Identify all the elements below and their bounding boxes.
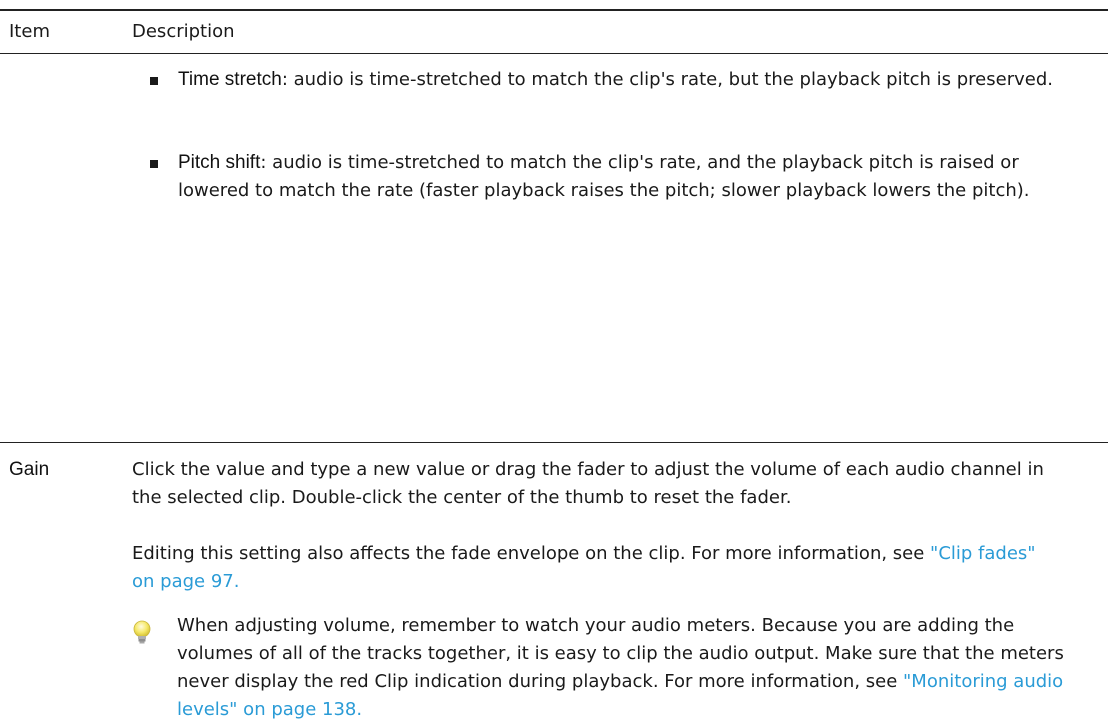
row-divider (0, 442, 1108, 443)
bullet-body: Pitch shift: audio is time-stretched to … (178, 149, 1058, 205)
bullet-square-icon (150, 77, 158, 85)
term-time-stretch: Time stretch (178, 69, 282, 90)
header-rule (0, 53, 1108, 54)
gain-paragraph-1: Click the value and type a new value or … (132, 459, 1044, 508)
bullet-text: : audio is time-stretched to match the c… (281, 69, 1053, 90)
item-label-gain: Gain (9, 459, 50, 480)
bullet-text: : audio is time-stretched to match the c… (178, 152, 1030, 201)
tip-text: When adjusting volume, remember to watch… (177, 612, 1077, 724)
bullet-square-icon (150, 160, 158, 168)
gain-paragraph-2: Editing this setting also affects the fa… (132, 540, 1062, 596)
bullet-body: Time stretch: audio is time-stretched to… (178, 66, 1058, 94)
lightbulb-icon (133, 620, 151, 644)
header-description: Description (132, 21, 235, 42)
table-top-rule (0, 9, 1108, 11)
term-pitch-shift: Pitch shift (178, 152, 261, 173)
header-item: Item (9, 21, 50, 42)
para2-text: Editing this setting also affects the fa… (132, 543, 931, 564)
